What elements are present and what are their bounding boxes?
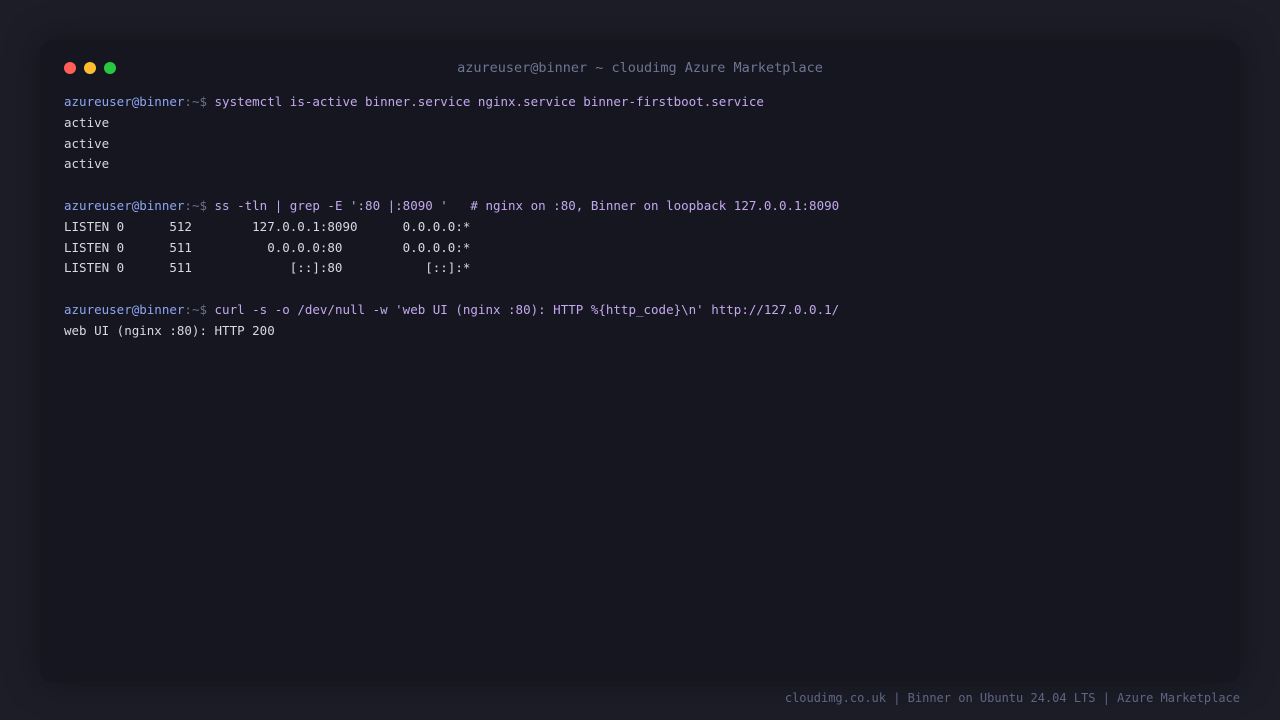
command-line: azureuser@binner:~$ systemctl is-active … [64,92,1224,113]
prompt-path: :~$ [184,197,207,213]
output-line: active [64,135,110,151]
output-line: LISTEN 0 511 0.0.0.0:80 0.0.0.0:* [64,239,471,255]
output-line: active [64,114,110,130]
prompt-user-host: azureuser@binner [64,94,185,109]
command-text: curl -s -o /dev/null -w 'web UI (nginx :… [214,301,840,317]
output-line: web UI (nginx :80): HTTP 200 [64,322,275,338]
prompt-path: :~$ [184,94,207,109]
command-line: azureuser@binner:~$ ss -tln | grep -E ':… [64,196,1224,217]
output-line: LISTEN 0 512 127.0.0.1:8090 0.0.0.0:* [64,218,471,234]
prompt-user-host: azureuser@binner [64,301,185,317]
terminal-output[interactable]: azureuser@binner:~$ systemctl is-active … [64,92,1224,342]
command-text: ss -tln | grep -E ':80 |:8090 ' # nginx … [214,197,840,213]
output-line: active [64,156,110,172]
command-line: azureuser@binner:~$ curl -s -o /dev/null… [64,300,1224,321]
prompt-path: :~$ [184,301,207,317]
footer-caption: cloudimg.co.uk | Binner on Ubuntu 24.04 … [784,691,1240,705]
prompt-user-host: azureuser@binner [64,197,185,213]
terminal-window[interactable]: azureuser@binner ~ cloudimg Azure Market… [40,40,1240,682]
command-text: systemctl is-active binner.service nginx… [214,94,764,109]
output-line: LISTEN 0 511 [::]:80 [::]:* [64,260,471,276]
window-title: azureuser@binner ~ cloudimg Azure Market… [457,60,823,76]
